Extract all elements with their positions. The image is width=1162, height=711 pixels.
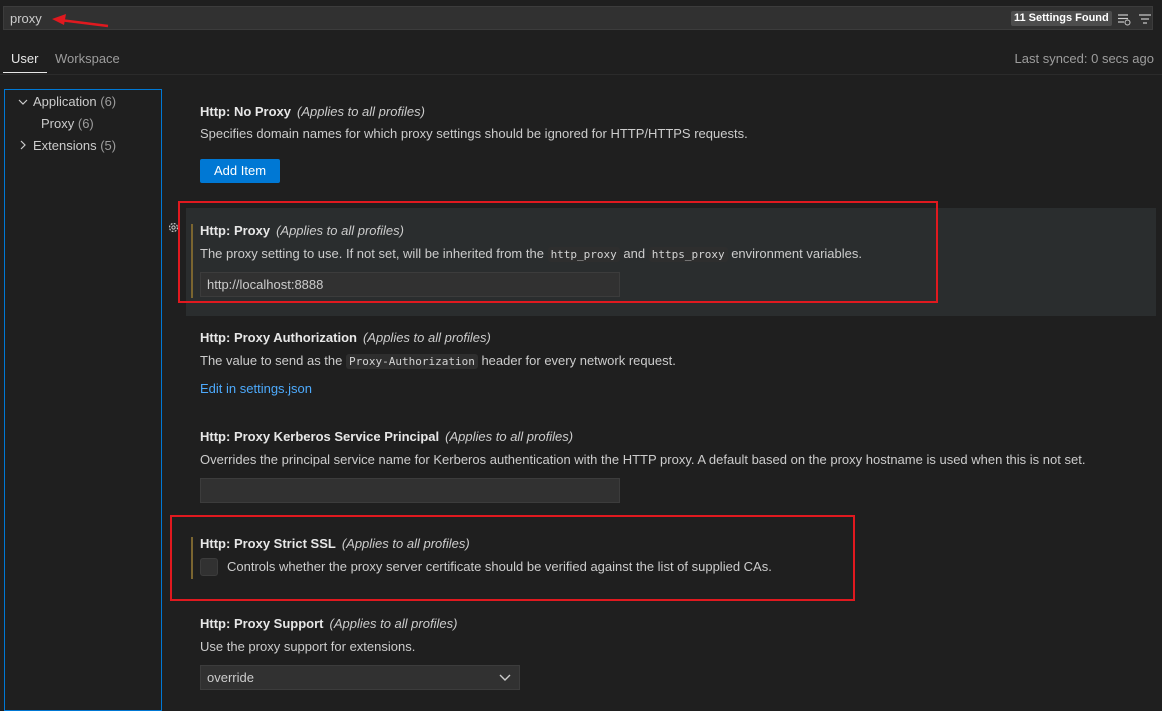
edit-in-settings-json-link[interactable]: Edit in settings.json (200, 381, 312, 396)
chevron-down-icon[interactable] (18, 97, 28, 107)
setting-http-proxy-strict-ssl: Http: Proxy Strict SSL (Applies to all pr… (186, 528, 1156, 598)
results-count-badge: 11 Settings Found (1011, 11, 1112, 26)
setting-description: The value to send as the Proxy-Authoriza… (200, 353, 676, 369)
proxy-url-input[interactable] (200, 272, 620, 297)
inline-code: Proxy-Authorization (345, 354, 478, 369)
setting-title: Http: Proxy Authorization (Applies to all… (200, 330, 491, 345)
setting-title: Http: Proxy Strict SSL (Applies to all pr… (200, 536, 470, 551)
setting-http-proxy: Http: Proxy (Applies to all profiles) The… (186, 208, 1156, 316)
settings-scope-tabs: User Workspace Last synced: 0 secs ago (0, 40, 1162, 75)
tab-workspace[interactable]: Workspace (55, 51, 120, 66)
sync-status: Last synced: 0 secs ago (1014, 51, 1154, 66)
setting-http-proxy-authorization: Http: Proxy Authorization (Applies to all… (186, 322, 1156, 412)
active-tab-indicator (3, 72, 47, 73)
modified-indicator (191, 537, 193, 579)
select-value: override (207, 670, 254, 685)
add-item-button[interactable]: Add Item (200, 159, 281, 183)
settings-toc: Application (6) Proxy (6) Extensions (5) (4, 89, 162, 711)
toc-item-count: (6) (77, 116, 94, 131)
gear-icon[interactable] (167, 221, 180, 234)
setting-http-proxy-kerberos-service-principal: Http: Proxy Kerberos Service Principal (A… (186, 421, 1156, 511)
kerberos-principal-input[interactable] (200, 478, 620, 503)
setting-title: Http: Proxy (Applies to all profiles) (200, 223, 404, 238)
toc-item-label: Extensions (33, 138, 97, 153)
chevron-down-icon (499, 674, 511, 681)
settings-search-bar: 11 Settings Found (3, 6, 1153, 30)
setting-http-proxy-support: Http: Proxy Support (Applies to all profi… (186, 608, 1156, 708)
setting-description: Use the proxy support for extensions. (200, 639, 416, 654)
toc-item-application[interactable]: Application (6) (33, 94, 116, 109)
toc-item-count: (6) (100, 94, 117, 109)
filter-icon[interactable] (1138, 12, 1152, 26)
inline-code: http_proxy (547, 247, 620, 262)
setting-title: Http: Proxy Kerberos Service Principal (A… (200, 429, 574, 444)
setting-description: Controls whether the proxy server certif… (227, 559, 772, 574)
modified-indicator (191, 224, 193, 298)
setting-description: Specifies domain names for which proxy s… (200, 126, 748, 141)
proxy-support-select[interactable]: override (200, 665, 520, 690)
tab-user[interactable]: User (11, 51, 38, 66)
setting-title: Http: No Proxy (Applies to all profiles) (200, 104, 425, 119)
setting-title: Http: Proxy Support (Applies to all profi… (200, 616, 458, 631)
toc-item-label: Proxy (41, 116, 75, 131)
strict-ssl-checkbox[interactable] (200, 558, 218, 576)
toc-item-label: Application (33, 94, 97, 109)
toc-item-count: (5) (100, 138, 117, 153)
toc-item-extensions[interactable]: Extensions (5) (33, 138, 116, 153)
clear-filter-icon[interactable] (1117, 12, 1131, 26)
setting-description: The proxy setting to use. If not set, wi… (200, 246, 862, 262)
inline-code: https_proxy (648, 247, 728, 262)
chevron-right-icon[interactable] (18, 140, 28, 150)
annotation-arrow-icon (52, 14, 109, 28)
setting-description: Overrides the principal service name for… (200, 452, 1086, 467)
setting-http-no-proxy: Http: No Proxy (Applies to all profiles) … (186, 96, 1156, 196)
toc-item-proxy[interactable]: Proxy (6) (41, 116, 94, 131)
